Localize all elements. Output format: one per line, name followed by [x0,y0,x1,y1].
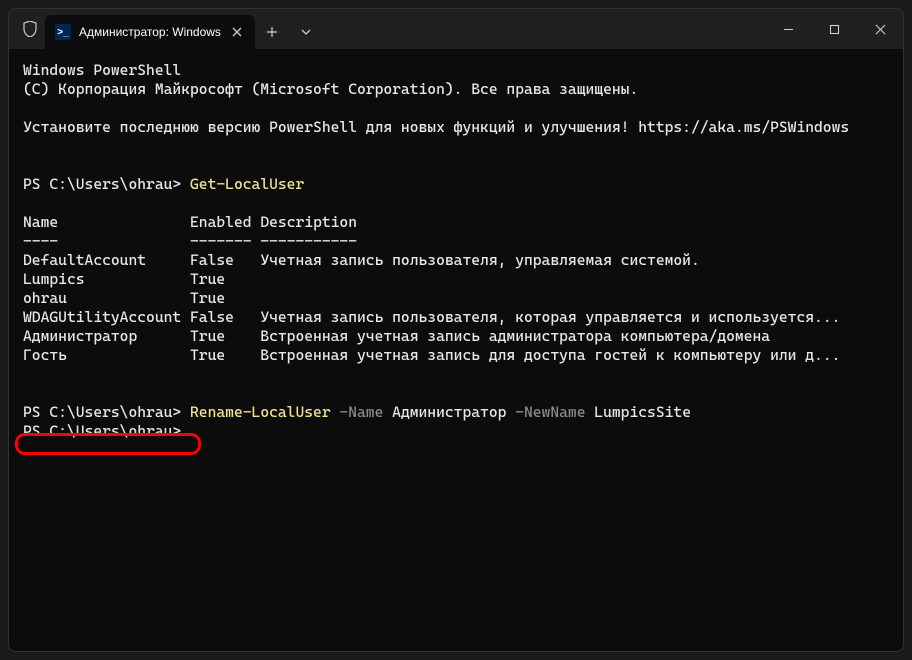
sep-1: ---- [23,232,58,250]
col-desc: Description [260,213,357,231]
active-tab[interactable]: >_ Администратор: Windows Po [45,15,255,49]
row-name: Гость [23,346,181,364]
ps-header-1: Windows PowerShell [23,61,181,79]
prompt-2: PS C:\Users\ohrau> [23,403,190,421]
row-name: WDAGUtilityAccount [23,308,181,326]
row-name: ohrau [23,289,181,307]
terminal-body[interactable]: Windows PowerShell (С) Корпорация Майкро… [9,49,903,651]
close-tab-button[interactable] [229,24,245,40]
ps-header-2: (С) Корпорация Майкрософт (Microsoft Cor… [23,80,638,98]
titlebar-drag-area[interactable] [323,9,765,49]
tab-dropdown-button[interactable] [289,15,323,49]
row-desc: Учетная запись пользователя, которая упр… [252,308,841,326]
prompt-3: PS C:\Users\ohrau> [23,422,181,440]
sep-2: ------- [190,232,252,250]
row-name: DefaultAccount [23,251,181,269]
row-desc: Учетная запись пользователя, управляемая… [252,251,700,269]
col-enabled: Enabled [190,213,252,231]
close-window-button[interactable] [857,9,903,49]
minimize-button[interactable] [765,9,811,49]
ps-install-msg: Установите последнюю версию PowerShell д… [23,118,849,136]
row-enabled: False [181,251,251,269]
flag-newname: -NewName [506,403,585,421]
new-tab-button[interactable] [255,15,289,49]
row-enabled: False [181,308,251,326]
sep-3: ----------- [260,232,357,250]
flag-name: -Name [331,403,384,421]
row-enabled: True [181,289,225,307]
arg-name: Администратор [383,403,506,421]
command-2: Rename-LocalUser [190,403,331,421]
tab-title: Администратор: Windows Po [79,25,221,39]
maximize-button[interactable] [811,9,857,49]
arg-newname: LumpicsSite [586,403,691,421]
terminal-window: >_ Администратор: Windows Po Windows Pow… [8,8,904,652]
row-desc: Встроенная учетная запись для доступа го… [252,346,841,364]
admin-shield-icon [9,9,45,49]
row-enabled: True [181,327,251,345]
row-enabled: True [181,346,251,364]
row-enabled: True [181,270,225,288]
row-name: Lumpics [23,270,181,288]
titlebar: >_ Администратор: Windows Po [9,9,903,49]
prompt-1: PS C:\Users\ohrau> [23,175,190,193]
powershell-icon: >_ [55,24,71,40]
col-name: Name [23,213,58,231]
row-desc: Встроенная учетная запись администратора… [252,327,771,345]
row-name: Администратор [23,327,181,345]
command-1: Get-LocalUser [190,175,304,193]
